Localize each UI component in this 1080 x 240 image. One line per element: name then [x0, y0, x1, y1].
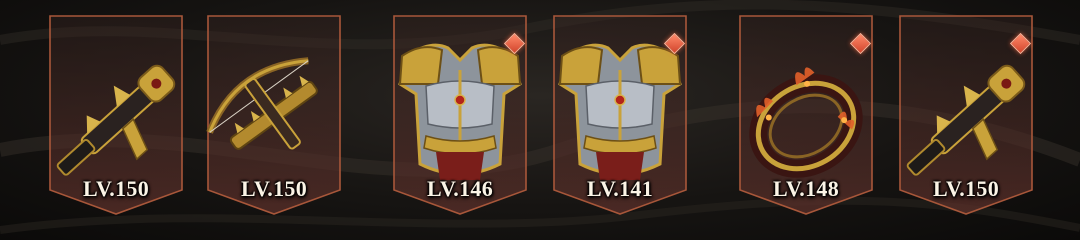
- equipment-slot[interactable]: LV.146: [392, 14, 528, 216]
- item-level-label: LV.141: [586, 176, 653, 201]
- item-level-label: LV.150: [82, 176, 149, 201]
- item-level-label: LV.146: [426, 176, 493, 201]
- item-level-label: LV.150: [240, 176, 307, 201]
- equipment-row: LV.150 LV.150 LV.146 LV.141 LV.148 LV.15…: [0, 0, 1080, 240]
- item-level-label: LV.148: [772, 176, 839, 201]
- equipment-slot[interactable]: LV.150: [48, 14, 184, 216]
- item-level-label: LV.150: [932, 176, 999, 201]
- equipment-slot[interactable]: LV.141: [552, 14, 688, 216]
- equipment-slot[interactable]: LV.150: [206, 14, 342, 216]
- equipment-slot[interactable]: LV.150: [898, 14, 1034, 216]
- equipment-slot[interactable]: LV.148: [738, 14, 874, 216]
